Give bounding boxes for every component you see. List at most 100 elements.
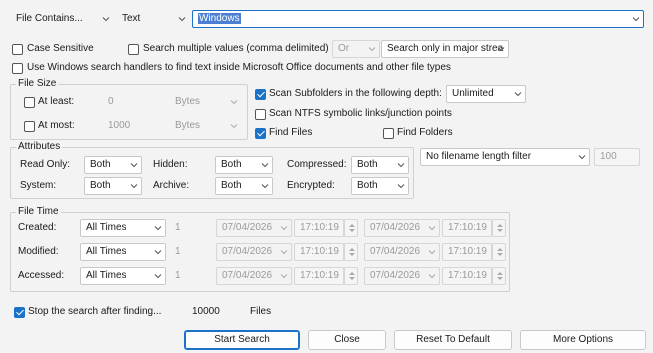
chevron-down-icon: [397, 161, 405, 169]
accessed-date2[interactable]: 07/04/2026: [364, 267, 440, 285]
modified-select[interactable]: All Times: [80, 243, 166, 261]
search-query-text: Windows: [198, 13, 241, 24]
at-least-value[interactable]: 0: [108, 95, 114, 109]
search-mode-select[interactable]: File Contains...: [10, 10, 114, 28]
find-folders-checkbox[interactable]: [383, 128, 394, 139]
accessed-date1-value: 07/04/2026: [222, 270, 273, 281]
compressed-value: Both: [357, 159, 378, 170]
chevron-down-icon: [578, 153, 586, 161]
created-select[interactable]: All Times: [80, 219, 166, 237]
find-files-label: Find Files: [269, 127, 313, 138]
modified-time1[interactable]: 17:10:19: [294, 243, 344, 261]
compressed-select[interactable]: Both: [351, 156, 409, 174]
at-most-label: At most:: [38, 120, 75, 131]
archive-select[interactable]: Both: [215, 177, 273, 195]
at-most-value[interactable]: 1000: [108, 119, 130, 133]
modified-date1[interactable]: 07/04/2026: [216, 243, 292, 261]
accessed-value: All Times: [86, 270, 127, 281]
filename-length-value: No filename length filter: [426, 151, 532, 162]
read-only-label: Read Only:: [20, 159, 71, 170]
filename-length-number[interactable]: 100: [594, 148, 640, 166]
or-value: Or: [338, 43, 350, 54]
at-least-checkbox[interactable]: [24, 97, 35, 108]
spinner-icon[interactable]: [492, 243, 506, 261]
chevron-down-icon: [280, 248, 288, 256]
accessed-time2[interactable]: 17:10:19: [442, 267, 492, 285]
read-only-select[interactable]: Both: [84, 156, 142, 174]
find-folders-label: Find Folders: [397, 127, 453, 138]
accessed-time2-value: 17:10:19: [448, 270, 487, 281]
accessed-select[interactable]: All Times: [80, 267, 166, 285]
created-time1[interactable]: 17:10:19: [294, 219, 344, 237]
find-files-checkbox[interactable]: [255, 128, 266, 139]
chevron-down-icon: [130, 182, 138, 190]
spinner-icon[interactable]: [344, 267, 358, 285]
at-most-checkbox[interactable]: [24, 121, 35, 132]
reset-default-button[interactable]: Reset To Default: [394, 330, 512, 350]
spinner-icon[interactable]: [492, 267, 506, 285]
chevron-down-icon: [154, 272, 162, 280]
at-least-label: At least:: [38, 96, 75, 107]
scan-subfolders-label: Scan Subfolders in the following depth:: [269, 88, 442, 99]
created-date2-value: 07/04/2026: [370, 222, 421, 233]
spinner-icon[interactable]: [344, 219, 358, 237]
encrypted-select[interactable]: Both: [351, 177, 409, 195]
chevron-down-icon: [154, 248, 162, 256]
search-scope-select[interactable]: Search only in major strea: [381, 40, 509, 58]
modified-time2[interactable]: 17:10:19: [442, 243, 492, 261]
chevron-down-icon: [230, 98, 238, 109]
at-most-unit[interactable]: Bytes: [175, 119, 200, 133]
search-multiple-label: Search multiple values (comma delimited): [143, 43, 329, 54]
accessed-date1[interactable]: 07/04/2026: [216, 267, 292, 285]
created-value: All Times: [86, 222, 127, 233]
filename-length-number-value: 100: [600, 151, 617, 162]
created-time2-value: 17:10:19: [448, 222, 487, 233]
filename-length-select[interactable]: No filename length filter: [420, 148, 590, 166]
modified-date2[interactable]: 07/04/2026: [364, 243, 440, 261]
or-select[interactable]: Or: [332, 40, 380, 58]
accessed-time1[interactable]: 17:10:19: [294, 267, 344, 285]
accessed-label: Accessed:: [18, 270, 65, 281]
system-value: Both: [90, 180, 111, 191]
compressed-label: Compressed:: [287, 159, 347, 170]
search-multiple-checkbox[interactable]: [128, 44, 139, 55]
chevron-down-icon: [178, 15, 186, 23]
created-time2[interactable]: 17:10:19: [442, 219, 492, 237]
spinner-icon[interactable]: [344, 243, 358, 261]
read-only-value: Both: [90, 159, 111, 170]
scan-ntfs-checkbox[interactable]: [255, 109, 266, 120]
chevron-down-icon: [261, 182, 269, 190]
close-button[interactable]: Close: [308, 330, 386, 350]
stop-unit-label: Files: [250, 306, 272, 317]
depth-select[interactable]: Unlimited: [446, 85, 526, 103]
modified-date2-value: 07/04/2026: [370, 246, 421, 257]
stop-count-input[interactable]: 10000: [186, 303, 242, 321]
scan-subfolders-checkbox[interactable]: [255, 89, 266, 100]
case-sensitive-checkbox[interactable]: [12, 44, 23, 55]
archive-label: Archive:: [153, 180, 190, 191]
use-windows-handlers-checkbox[interactable]: [12, 63, 23, 74]
stop-count-value: 10000: [192, 306, 220, 317]
search-query-input[interactable]: Windows: [192, 10, 644, 28]
modified-num[interactable]: 1: [175, 245, 181, 259]
case-sensitive-label: Case Sensitive: [27, 43, 94, 54]
system-label: System:: [20, 180, 57, 191]
spinner-icon[interactable]: [492, 219, 506, 237]
created-num[interactable]: 1: [175, 221, 181, 235]
at-least-unit[interactable]: Bytes: [175, 95, 200, 109]
search-type-select[interactable]: Text: [116, 10, 190, 28]
created-date2[interactable]: 07/04/2026: [364, 219, 440, 237]
start-search-button[interactable]: Start Search: [184, 330, 300, 350]
search-mode-value: File Contains...: [16, 13, 83, 24]
chevron-down-icon: [130, 161, 138, 169]
chevron-down-icon: [514, 90, 522, 98]
stop-search-checkbox[interactable]: [14, 307, 25, 318]
created-date1[interactable]: 07/04/2026: [216, 219, 292, 237]
accessed-num[interactable]: 1: [175, 269, 181, 283]
chevron-down-icon: [261, 161, 269, 169]
system-select[interactable]: Both: [84, 177, 142, 195]
more-options-button[interactable]: More Options: [520, 330, 646, 350]
hidden-select[interactable]: Both: [215, 156, 273, 174]
archive-value: Both: [221, 180, 242, 191]
modified-value: All Times: [86, 246, 127, 257]
